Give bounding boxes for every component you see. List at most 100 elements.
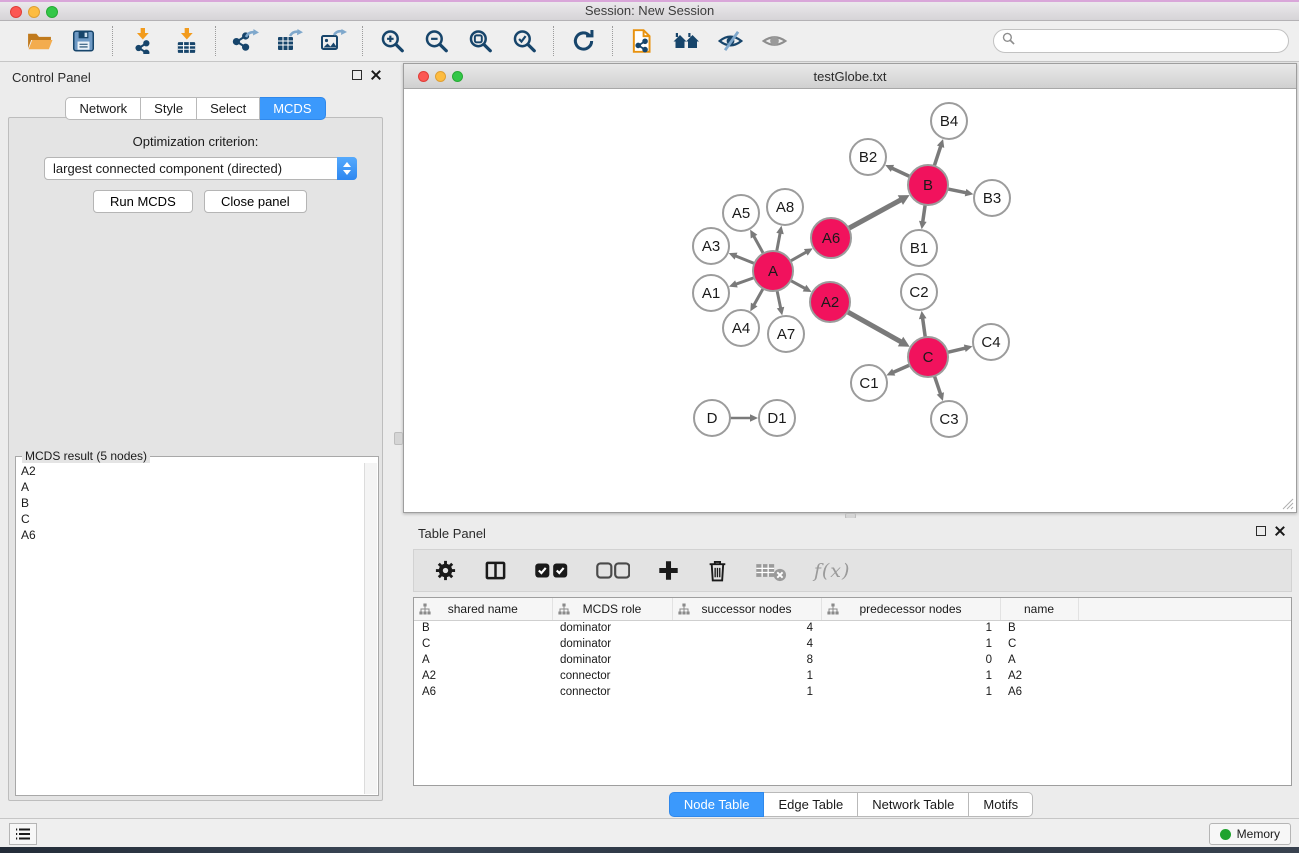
table-cell[interactable]: 1 xyxy=(672,684,821,700)
float-panel-icon[interactable] xyxy=(352,70,362,80)
network-canvas[interactable]: AA1A2A3A4A5A6A7A8BB1B2B3B4CC1C2C3C4DD1 xyxy=(405,89,1295,512)
table-row[interactable]: Adominator80A xyxy=(414,652,1291,668)
mcds-result-item[interactable]: A2 xyxy=(17,463,364,479)
import-table-icon[interactable] xyxy=(171,26,201,56)
column-header-name[interactable]: name xyxy=(1000,598,1078,620)
graph-edge-B-B2[interactable] xyxy=(892,168,912,177)
tab-network-table[interactable]: Network Table xyxy=(858,792,969,817)
toolbar-search-box[interactable] xyxy=(993,29,1289,53)
network-window-titlebar[interactable]: testGlobe.txt xyxy=(404,64,1296,89)
add-row-icon[interactable] xyxy=(657,559,680,582)
export-image-icon[interactable] xyxy=(318,26,348,56)
settings-gear-icon[interactable] xyxy=(434,559,457,582)
refresh-icon[interactable] xyxy=(568,26,598,56)
table-row[interactable]: A2connector11A2 xyxy=(414,668,1291,684)
float-table-panel-icon[interactable] xyxy=(1256,526,1266,536)
table-cell[interactable]: A6 xyxy=(1000,684,1078,700)
table-cell[interactable]: dominator xyxy=(552,652,672,668)
vertical-splitter-handle[interactable] xyxy=(394,432,403,445)
tab-edge-table[interactable]: Edge Table xyxy=(764,792,858,817)
table-cell[interactable]: C xyxy=(414,636,552,652)
split-panel-icon[interactable] xyxy=(484,559,507,582)
graph-edge-C-C4[interactable] xyxy=(946,348,966,353)
graph-edge-A-A7[interactable] xyxy=(777,289,781,309)
graph-edge-A-A8[interactable] xyxy=(776,233,780,254)
show-graphics-details-icon[interactable] xyxy=(759,26,789,56)
search-input[interactable] xyxy=(1020,34,1288,48)
criterion-dropdown[interactable]: largest connected component (directed) xyxy=(44,157,357,180)
graph-edge-C-C3[interactable] xyxy=(934,374,941,394)
graph-edge-A-A6[interactable] xyxy=(789,252,807,262)
table-row[interactable]: Cdominator41C xyxy=(414,636,1291,652)
graph-edge-C-C1[interactable] xyxy=(893,364,912,372)
open-session-icon[interactable] xyxy=(24,26,54,56)
hide-graphics-details-icon[interactable] xyxy=(715,26,745,56)
home-icon[interactable] xyxy=(671,26,701,56)
tab-network[interactable]: Network xyxy=(65,97,141,120)
graph-edge-C-C2[interactable] xyxy=(923,318,926,339)
table-row[interactable]: Bdominator41B xyxy=(414,620,1291,636)
table-cell[interactable]: C xyxy=(1000,636,1078,652)
mcds-result-item[interactable]: C xyxy=(17,511,364,527)
table-cell[interactable]: A6 xyxy=(414,684,552,700)
zoom-in-icon[interactable] xyxy=(377,26,407,56)
table-cell[interactable]: connector xyxy=(552,668,672,684)
table-cell[interactable]: 1 xyxy=(821,636,1000,652)
show-panels-button[interactable] xyxy=(9,823,37,845)
graph-edge-A-A3[interactable] xyxy=(735,256,756,265)
table-cell[interactable]: dominator xyxy=(552,620,672,636)
zoom-selected-icon[interactable] xyxy=(509,26,539,56)
mcds-result-item[interactable]: A6 xyxy=(17,527,364,543)
graph-edge-A-A1[interactable] xyxy=(736,277,757,284)
duplicate-network-icon[interactable] xyxy=(627,26,657,56)
table-cell[interactable]: 0 xyxy=(821,652,1000,668)
table-cell[interactable]: B xyxy=(1000,620,1078,636)
table-cell[interactable]: 1 xyxy=(672,668,821,684)
import-network-icon[interactable] xyxy=(127,26,157,56)
run-mcds-button[interactable]: Run MCDS xyxy=(93,190,193,213)
graph-edge-B-B4[interactable] xyxy=(934,146,941,168)
table-cell[interactable]: 1 xyxy=(821,620,1000,636)
column-header-predecessor-nodes[interactable]: predecessor nodes xyxy=(821,598,1000,620)
delete-row-icon[interactable] xyxy=(707,559,728,582)
deselect-all-icon[interactable] xyxy=(596,559,631,582)
tab-motifs[interactable]: Motifs xyxy=(969,792,1033,817)
mcds-result-item[interactable]: B xyxy=(17,495,364,511)
save-session-icon[interactable] xyxy=(68,26,98,56)
column-header-shared-name[interactable]: shared name xyxy=(414,598,552,620)
close-table-panel-icon[interactable] xyxy=(1275,526,1285,536)
table-cell[interactable]: A xyxy=(1000,652,1078,668)
table-cell[interactable]: 8 xyxy=(672,652,821,668)
zoom-fit-icon[interactable] xyxy=(465,26,495,56)
zoom-out-icon[interactable] xyxy=(421,26,451,56)
column-header-successor-nodes[interactable]: successor nodes xyxy=(672,598,821,620)
result-scrollbar[interactable] xyxy=(364,463,377,794)
table-cell[interactable]: B xyxy=(414,620,552,636)
tab-mcds[interactable]: MCDS xyxy=(260,97,325,120)
select-all-icon[interactable] xyxy=(534,559,569,582)
table-cell[interactable]: A2 xyxy=(1000,668,1078,684)
tab-select[interactable]: Select xyxy=(197,97,260,120)
graph-edge-A6-B[interactable] xyxy=(847,200,901,230)
column-header-MCDS-role[interactable]: MCDS role xyxy=(552,598,672,620)
export-table-icon[interactable] xyxy=(274,26,304,56)
table-cell[interactable]: connector xyxy=(552,684,672,700)
export-network-icon[interactable] xyxy=(230,26,260,56)
mcds-result-list[interactable]: A2ABCA6 xyxy=(17,463,364,794)
resize-grip-icon[interactable] xyxy=(1282,498,1294,510)
tab-style[interactable]: Style xyxy=(141,97,197,120)
tab-node-table[interactable]: Node Table xyxy=(669,792,765,817)
table-cell[interactable]: 4 xyxy=(672,620,821,636)
table-cell[interactable]: A xyxy=(414,652,552,668)
table-cell[interactable]: dominator xyxy=(552,636,672,652)
graph-edge-A2-C[interactable] xyxy=(846,311,902,342)
graph-edge-A-A5[interactable] xyxy=(754,236,765,255)
close-panel-icon[interactable] xyxy=(371,70,381,80)
table-cell[interactable]: 1 xyxy=(821,668,1000,684)
table-cell[interactable]: 4 xyxy=(672,636,821,652)
graph-edge-A-A4[interactable] xyxy=(754,287,764,306)
table-cell[interactable]: 1 xyxy=(821,684,1000,700)
memory-button[interactable]: Memory xyxy=(1209,823,1291,845)
table-row[interactable]: A6connector11A6 xyxy=(414,684,1291,700)
table-cell[interactable]: A2 xyxy=(414,668,552,684)
